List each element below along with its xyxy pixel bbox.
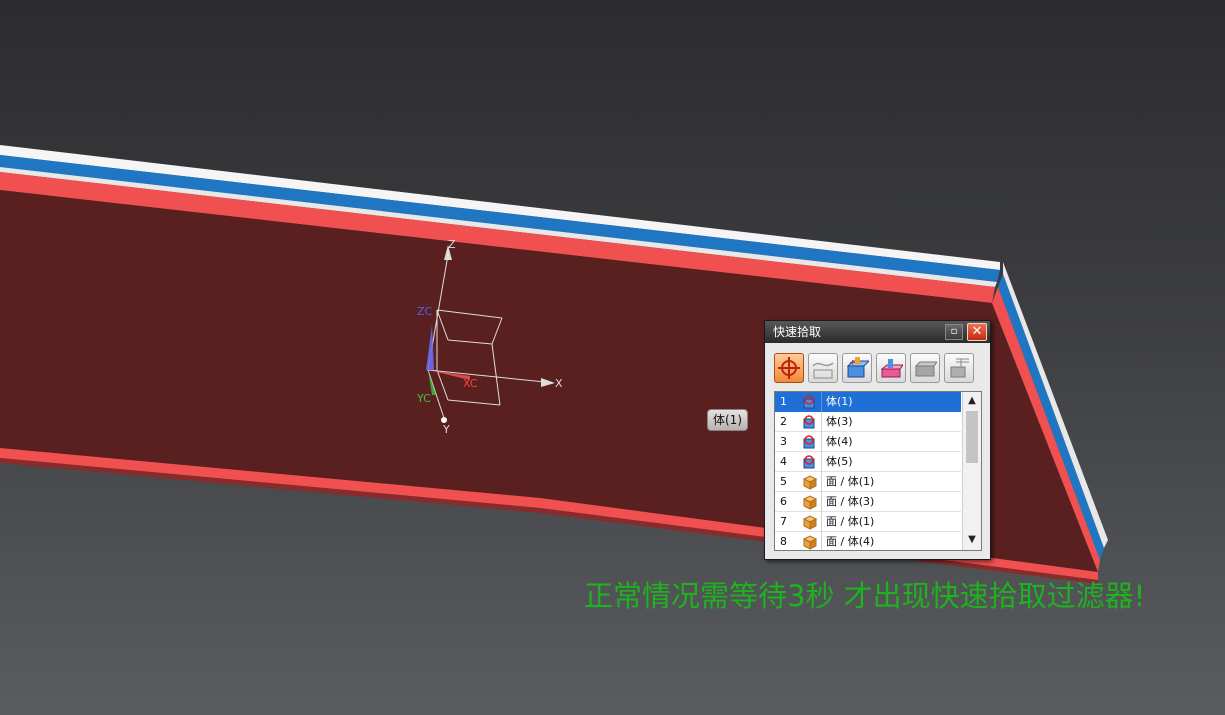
list-item[interactable]: 7 面 / 体(1)	[775, 512, 961, 532]
list-item[interactable]: 2 体(3)	[775, 412, 961, 432]
item-label: 面 / 体(1)	[826, 475, 875, 488]
item-label: 体(5)	[826, 455, 853, 468]
face-icon	[914, 361, 937, 377]
item-number: 7	[780, 515, 787, 528]
body-icon	[803, 395, 815, 409]
face-icon	[802, 515, 818, 530]
item-label: 面 / 体(1)	[826, 515, 875, 528]
component-icon	[950, 358, 969, 378]
item-number: 4	[780, 455, 787, 468]
face-icon	[802, 495, 818, 510]
annotation-text: 正常情况需等待3秒 才出现快速拾取过滤器!	[584, 579, 1146, 613]
quickpick-dialog: 快速拾取 ▫ ✕ + 1 体(1) 2 体(3) 3 体(4) 4 体(5) 5…	[764, 320, 991, 560]
x-axis-label: X	[555, 377, 563, 390]
column-divider	[821, 392, 822, 412]
scroll-down-button[interactable]: ▼	[965, 532, 979, 548]
curves-filter-button[interactable]	[808, 353, 838, 383]
item-label: 面 / 体(3)	[826, 495, 875, 508]
scroll-up-button[interactable]: ▲	[965, 393, 979, 409]
column-divider	[821, 512, 822, 532]
xc-axis-label: XC	[463, 377, 478, 390]
faces-filter-button[interactable]	[910, 353, 940, 383]
list-item[interactable]: 8 面 / 体(4)	[775, 532, 961, 550]
all-objects-filter-button[interactable]	[774, 353, 804, 383]
item-number: 5	[780, 475, 787, 488]
column-divider	[821, 532, 822, 550]
other-filter-button[interactable]	[944, 353, 974, 383]
body-icon: +	[846, 357, 869, 378]
column-divider	[821, 452, 822, 472]
list-item[interactable]: 5 面 / 体(1)	[775, 472, 961, 492]
curve-icon	[812, 362, 834, 379]
body-icon	[803, 415, 815, 429]
list-item[interactable]: 4 体(5)	[775, 452, 961, 472]
dialog-titlebar[interactable]: 快速拾取 ▫ ✕	[765, 321, 990, 343]
scroll-thumb[interactable]	[966, 411, 978, 463]
close-button[interactable]: ✕	[967, 323, 987, 341]
zc-axis-label: ZC	[417, 305, 433, 318]
pick-list[interactable]: 1 体(1) 2 体(3) 3 体(4) 4 体(5) 5 面 / 体(1) 6…	[774, 391, 982, 551]
pin-icon[interactable]: ▫	[945, 324, 963, 340]
item-number: 1	[780, 395, 787, 408]
features-filter-button[interactable]	[876, 353, 906, 383]
list-item[interactable]: 1 体(1)	[775, 392, 961, 412]
item-label: 体(3)	[826, 415, 853, 428]
list-item[interactable]: 6 面 / 体(3)	[775, 492, 961, 512]
item-number: 3	[780, 435, 787, 448]
item-number: 6	[780, 495, 787, 508]
bodies-filter-button[interactable]: +	[842, 353, 872, 383]
column-divider	[821, 472, 822, 492]
item-label: 体(4)	[826, 435, 853, 448]
list-item[interactable]: 3 体(4)	[775, 432, 961, 452]
column-divider	[821, 432, 822, 452]
yc-axis-label: YC	[417, 392, 431, 405]
face-icon	[802, 535, 818, 550]
item-number: 8	[780, 535, 787, 548]
feature-icon	[880, 359, 903, 378]
z-axis-label: Z	[448, 238, 456, 251]
preselection-tooltip: 体(1)	[707, 409, 748, 431]
face-icon	[802, 475, 818, 490]
body-icon	[803, 455, 815, 469]
y-axis-label: Y	[443, 423, 450, 436]
column-divider	[821, 492, 822, 512]
crosshair-icon	[778, 357, 800, 379]
svg-text:+: +	[849, 358, 856, 367]
column-divider	[821, 412, 822, 432]
list-scrollbar[interactable]: ▲ ▼	[962, 392, 981, 550]
filter-toolbar: +	[774, 353, 984, 383]
item-label: 面 / 体(4)	[826, 535, 875, 548]
dialog-title: 快速拾取	[773, 325, 822, 339]
body-icon	[803, 435, 815, 449]
item-label: 体(1)	[826, 395, 853, 408]
item-number: 2	[780, 415, 787, 428]
